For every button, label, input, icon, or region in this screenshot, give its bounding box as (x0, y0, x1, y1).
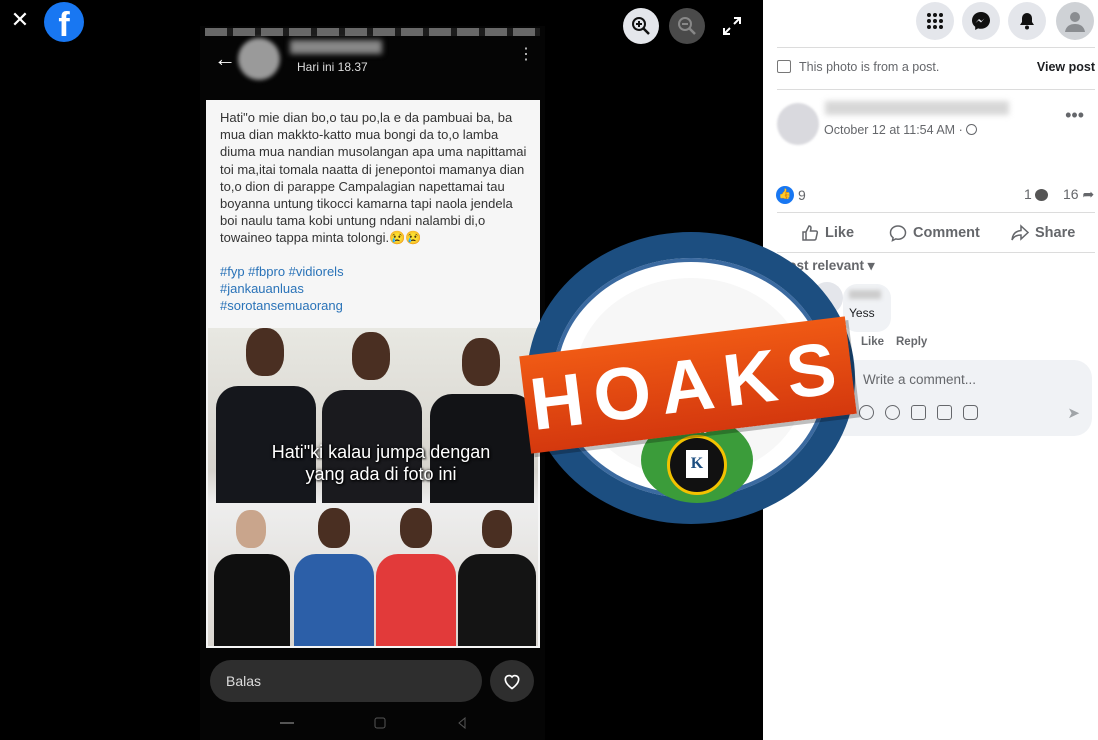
messenger-icon (972, 12, 990, 30)
like-button[interactable]: Like (801, 222, 854, 244)
camera-icon[interactable] (911, 405, 926, 420)
comment-button[interactable]: Comment (889, 222, 980, 244)
share-count[interactable]: 16 ➦ (1063, 186, 1094, 203)
comment-input-placeholder[interactable]: Write a comment... (863, 372, 976, 387)
profile-avatar-icon (1065, 12, 1085, 32)
zoom-in-icon (632, 17, 650, 35)
photo-caption: Hati"ki kalau jumpa dengan yang ada di f… (271, 442, 491, 484)
emoji-icon[interactable] (885, 405, 900, 420)
person-figure (214, 510, 290, 646)
reply-input: Balas (210, 660, 482, 702)
avatar-sticker-icon[interactable] (859, 405, 874, 420)
bell-icon (1020, 13, 1034, 30)
blurred-poster-name[interactable] (825, 101, 1009, 115)
blurred-avatar (238, 38, 280, 80)
share-icon (1011, 224, 1029, 241)
like-reaction-icon: 👍 (776, 186, 794, 204)
zoom-out-icon (678, 17, 696, 35)
post-time: Hari ini 18.37 (297, 60, 368, 74)
phone-status-bar (205, 28, 540, 36)
zoom-in-button[interactable] (623, 8, 659, 44)
post-photo: Hati"ki kalau jumpa dengan yang ada di f… (208, 328, 538, 646)
blurred-commenter-name[interactable] (849, 290, 881, 299)
facebook-logo[interactable]: f (44, 2, 84, 42)
account-button[interactable] (1056, 2, 1094, 40)
post-hashtags: #fyp #fbpro #vidiorels #jankauanluas #so… (220, 263, 532, 315)
menu-button[interactable] (916, 2, 954, 40)
chevron-down-icon: ▾ (867, 258, 875, 273)
post-info-icon (777, 60, 791, 73)
sticker-icon[interactable] (963, 405, 978, 420)
share-count-value: 16 (1063, 186, 1079, 202)
close-icon[interactable]: ✕ (8, 8, 32, 32)
comment-text: Yess (849, 306, 875, 320)
globe-icon (965, 124, 977, 135)
gif-icon[interactable] (937, 405, 952, 420)
comment-icon (889, 225, 907, 242)
more-options-icon[interactable]: ••• (1065, 106, 1084, 124)
share-arrow-icon: ➦ (1082, 186, 1095, 202)
notifications-button[interactable] (1008, 2, 1046, 40)
comment-bubble-icon (1034, 189, 1048, 201)
photo-source-text: This photo is from a post. (799, 60, 940, 74)
hashtag-line: #sorotansemuaorang (220, 298, 343, 314)
person-figure (376, 508, 456, 646)
comment-like-link[interactable]: Like (861, 336, 884, 348)
comment-count-value: 1 (1024, 186, 1032, 202)
heart-icon (490, 660, 534, 702)
comment-count[interactable]: 1 (1024, 186, 1048, 202)
more-vertical-icon: ⋮ (518, 46, 534, 63)
post-date: October 12 at 11:54 AM · (824, 123, 977, 137)
share-button[interactable]: Share (1011, 222, 1075, 244)
person-figure (294, 508, 374, 646)
phone-header: ← Hari ini 18.37 ⋮ (200, 26, 545, 96)
person-figure (458, 510, 536, 646)
comment-button-label: Comment (913, 225, 980, 241)
zoom-out-button[interactable] (669, 8, 705, 44)
fullscreen-icon[interactable] (722, 16, 742, 36)
back-arrow-icon: ← (214, 46, 236, 71)
phone-screenshot: ← Hari ini 18.37 ⋮ Hati"o mie dian bo,o … (200, 26, 545, 740)
like-button-label: Like (825, 225, 855, 241)
post-date-text: October 12 at 11:54 AM · (824, 123, 963, 137)
hashtag-line: #jankauanluas (220, 281, 304, 297)
thumbs-up-icon (802, 225, 819, 241)
share-button-label: Share (1035, 225, 1076, 241)
divider (777, 252, 1095, 253)
post-card: Hati"o mie dian bo,o tau po,la e da pamb… (206, 100, 540, 648)
ifcn-seal: K (667, 435, 727, 495)
divider (777, 212, 1095, 213)
phone-nav-bar (210, 706, 540, 736)
poster-avatar[interactable] (777, 103, 819, 145)
view-post-link[interactable]: View post (1037, 60, 1095, 74)
post-body-text: Hati"o mie dian bo,o tau po,la e da pamb… (220, 110, 527, 246)
divider (777, 89, 1095, 90)
send-icon[interactable]: ➤ (1067, 404, 1080, 422)
grid-menu-icon (927, 13, 943, 29)
photo-source-bar: This photo is from a post. View post (777, 58, 1095, 78)
like-count[interactable]: 9 (798, 187, 806, 203)
comment-reply-link[interactable]: Reply (896, 336, 927, 348)
hashtag-line: #fyp #fbpro #vidiorels (220, 264, 344, 279)
divider (777, 47, 1095, 48)
screenshot-root: ✕ f ← Hari ini 18.37 ⋮ Hati"o mie dian b… (0, 0, 1098, 740)
kompas-logo: K (686, 450, 708, 478)
messenger-button[interactable] (962, 2, 1000, 40)
blurred-username (290, 40, 382, 54)
